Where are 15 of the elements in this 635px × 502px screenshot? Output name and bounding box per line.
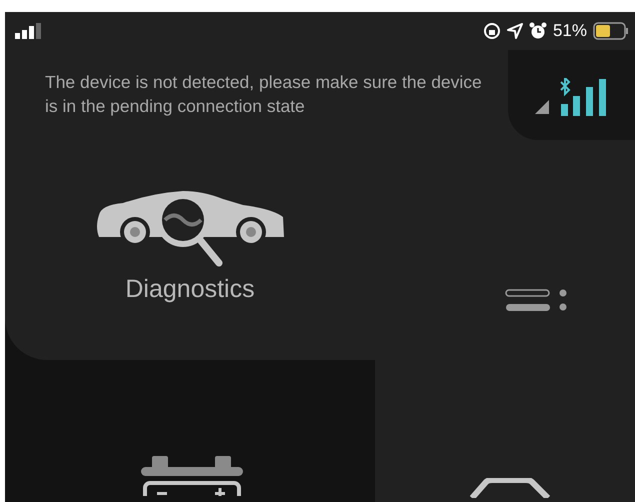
rotation-lock-icon [482,22,501,40]
cell-signal-icon [15,23,43,39]
device-not-detected-message: The device is not detected, please make sure the device is in the pending connection state [44,71,483,118]
connection-status-panel[interactable] [508,50,635,140]
battery-percentage: 51% [552,21,587,41]
car-battery-icon [141,456,243,496]
feature-tile[interactable] [375,360,635,502]
car-outline-icon [470,478,550,498]
battery-icon [593,22,629,40]
bluetooth-signal-icon [558,78,608,116]
diagnostics-label[interactable]: Diagnostics [125,275,255,304]
alarm-clock-icon [528,22,547,40]
list-menu-icon[interactable] [505,288,569,312]
triangle-icon [534,100,548,114]
location-arrow-icon [506,23,523,39]
